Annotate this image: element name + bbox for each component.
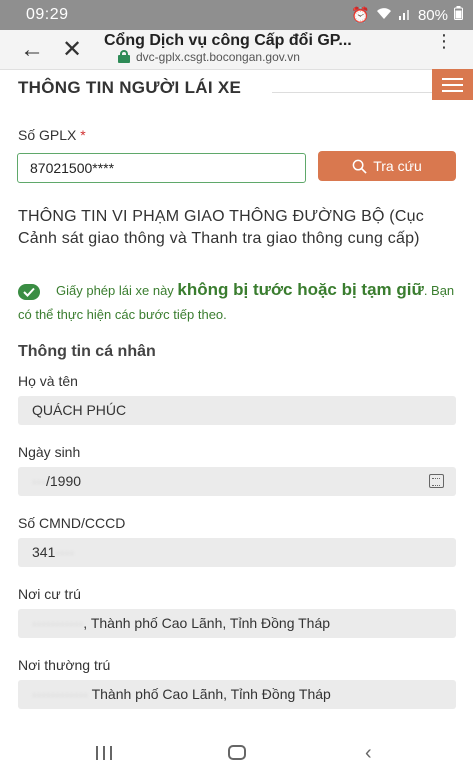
permanent-address-field: ············ Thành phố Cao Lãnh, Tỉnh Đồ… — [18, 680, 456, 709]
status-bar: 09:29 ⏰ 80% — [0, 0, 473, 30]
browser-toolbar: ← ✕ Cổng Dịch vụ công Cấp đổi GP... dvc-… — [0, 30, 473, 70]
status-icons: ⏰ 80% — [351, 6, 463, 24]
lookup-button[interactable]: Tra cứu — [318, 151, 456, 181]
section-heading: THÔNG TIN NGƯỜI LÁI XE — [18, 78, 242, 97]
field-label-permanent: Nơi thường trú — [18, 657, 111, 673]
home-icon[interactable] — [228, 745, 246, 760]
page-title: Cổng Dịch vụ công Cấp đổi GP... — [104, 32, 352, 49]
nav-back-icon[interactable]: ‹ — [365, 742, 372, 765]
redacted-text: ············ — [32, 686, 88, 702]
alarm-icon: ⏰ — [351, 7, 370, 24]
divider — [272, 92, 432, 93]
field-label-id: Số CMND/CCCD — [18, 515, 126, 531]
redacted-text: ···· — [55, 544, 75, 560]
check-circle-icon — [18, 284, 40, 300]
violation-title: THÔNG TIN VI PHẠM GIAO THÔNG ĐƯỜNG BỘ (C… — [18, 208, 424, 247]
lock-icon — [118, 50, 130, 63]
gplx-number-input[interactable]: 87021500**** — [17, 153, 306, 183]
search-icon — [352, 159, 367, 174]
violation-result: Giấy phép lái xe này không bị tước hoặc … — [18, 280, 455, 322]
required-mark: * — [80, 127, 86, 143]
field-label-residence: Nơi cư trú — [18, 586, 81, 602]
date-of-birth-field: ···/1990 — [18, 467, 456, 496]
redacted-text: ··········· — [32, 615, 84, 631]
field-label-dob: Ngày sinh — [18, 444, 81, 460]
system-navigation-bar: ‹ — [0, 730, 473, 773]
hamburger-menu-icon[interactable] — [432, 69, 473, 100]
calendar-icon — [429, 474, 444, 488]
result-highlight: không bị tước hoặc bị tạm giữ — [177, 280, 424, 299]
battery-icon — [454, 6, 463, 24]
field-label-name: Họ và tên — [18, 373, 78, 389]
more-menu-icon[interactable]: ⋮ — [435, 32, 453, 50]
personal-info-heading: Thông tin cá nhân — [18, 343, 156, 360]
lookup-button-label: Tra cứu — [373, 158, 422, 174]
gplx-label: Số GPLX * — [18, 127, 86, 143]
close-icon[interactable]: ✕ — [62, 35, 82, 64]
signal-icon — [398, 7, 412, 24]
wifi-icon — [376, 7, 392, 24]
url-text[interactable]: dvc-gplx.csgt.bocongan.gov.vn — [136, 50, 300, 64]
id-number-field: 341···· — [18, 538, 456, 567]
full-name-field: QUÁCH PHÚC — [18, 396, 456, 425]
battery-level: 80% — [417, 6, 448, 24]
back-arrow-icon[interactable]: ← — [20, 36, 44, 64]
redacted-text: ··· — [32, 473, 46, 489]
status-time: 09:29 — [26, 6, 69, 23]
residence-field: ···········, Thành phố Cao Lãnh, Tỉnh Đồ… — [18, 609, 456, 638]
recent-apps-icon[interactable] — [96, 746, 114, 760]
